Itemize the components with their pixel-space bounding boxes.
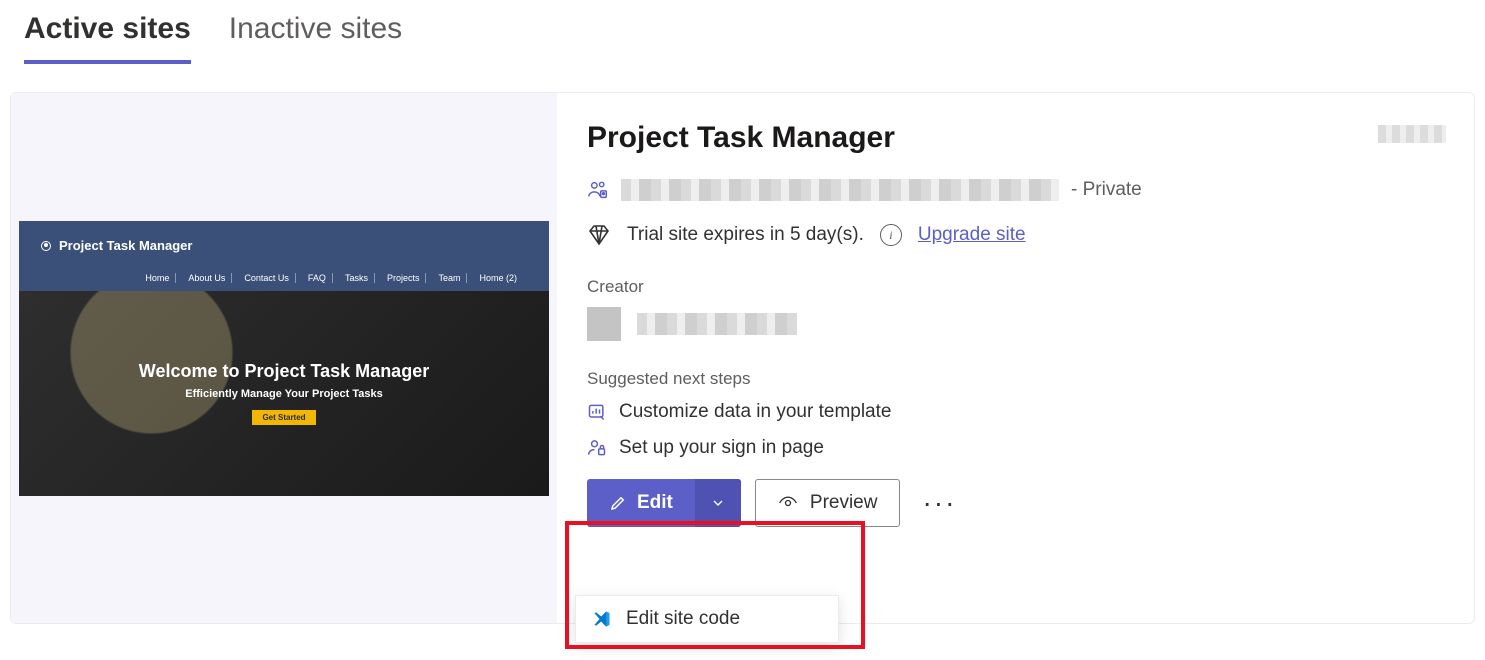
chart-icon — [587, 402, 607, 422]
creator-label: Creator — [587, 277, 1444, 297]
vscode-icon — [592, 609, 612, 629]
upgrade-site-link[interactable]: Upgrade site — [918, 224, 1026, 246]
edit-dropdown-menu: Edit site code — [575, 595, 839, 643]
suggest-customize-label: Customize data in your template — [619, 401, 891, 423]
creator-row — [587, 307, 1444, 341]
thumb-brand: Project Task Manager — [59, 238, 192, 253]
edit-split-button: Edit — [587, 479, 741, 527]
action-bar: Edit Preview ··· — [587, 479, 1444, 527]
chevron-down-icon — [710, 495, 726, 511]
thumb-hero: Welcome to Project Task Manager Efficien… — [19, 291, 549, 496]
thumb-hero-title: Welcome to Project Task Manager — [139, 361, 429, 382]
more-actions-button[interactable]: ··· — [914, 487, 964, 519]
thumb-navbar: Project Task Manager — [19, 221, 549, 271]
site-title: Project Task Manager — [587, 121, 1444, 155]
diamond-icon — [587, 223, 611, 247]
preview-button[interactable]: Preview — [755, 479, 901, 527]
thumb-logo-icon — [41, 241, 51, 251]
edit-label: Edit — [637, 492, 673, 514]
thumb-nav-item: FAQ — [302, 273, 333, 283]
info-icon[interactable]: i — [880, 224, 902, 246]
preview-label: Preview — [810, 492, 878, 514]
thumb-nav-item: Home — [139, 273, 176, 283]
thumb-hero-subtitle: Efficiently Manage Your Project Tasks — [185, 388, 382, 400]
thumb-menu: Home About Us Contact Us FAQ Tasks Proje… — [19, 271, 549, 291]
site-card: Project Task Manager Home About Us Conta… — [10, 92, 1475, 624]
preview-icon — [778, 493, 798, 513]
edit-button[interactable]: Edit — [587, 479, 695, 527]
thumb-cta-button: Get Started — [252, 410, 315, 425]
owner-blurred — [621, 179, 1059, 201]
thumb-nav-item: Home (2) — [473, 273, 523, 283]
suggest-signin-label: Set up your sign in page — [619, 437, 824, 459]
thumb-nav-item: Contact Us — [238, 273, 296, 283]
thumb-nav-item: Team — [432, 273, 467, 283]
status-badge-blurred — [1378, 125, 1446, 143]
people-icon — [587, 179, 609, 201]
creator-name-blurred — [637, 313, 797, 335]
tabs: Active sites Inactive sites — [0, 0, 1485, 64]
tab-inactive-sites[interactable]: Inactive sites — [229, 12, 402, 64]
suggest-signin-page[interactable]: Set up your sign in page — [587, 437, 1444, 459]
site-thumbnail[interactable]: Project Task Manager Home About Us Conta… — [19, 221, 549, 496]
thumb-nav-item: Tasks — [339, 273, 375, 283]
trial-text: Trial site expires in 5 day(s). — [627, 224, 864, 246]
suggested-label: Suggested next steps — [587, 369, 1444, 389]
creator-avatar-blurred — [587, 307, 621, 341]
edit-site-code-item[interactable]: Edit site code — [626, 608, 740, 630]
pencil-icon — [609, 494, 627, 512]
suggest-customize-data[interactable]: Customize data in your template — [587, 401, 1444, 423]
trial-row: Trial site expires in 5 day(s). i Upgrad… — [587, 223, 1444, 247]
site-details: Project Task Manager - Private Trial sit… — [557, 93, 1474, 623]
thumb-nav-item: About Us — [182, 273, 232, 283]
tab-active-sites[interactable]: Active sites — [24, 12, 191, 64]
thumb-nav-item: Projects — [381, 273, 427, 283]
owner-row: - Private — [587, 179, 1444, 201]
person-lock-icon — [587, 438, 607, 458]
edit-dropdown-chevron[interactable] — [695, 479, 741, 527]
visibility-text: - Private — [1071, 179, 1142, 201]
thumbnail-pane: Project Task Manager Home About Us Conta… — [11, 93, 557, 623]
